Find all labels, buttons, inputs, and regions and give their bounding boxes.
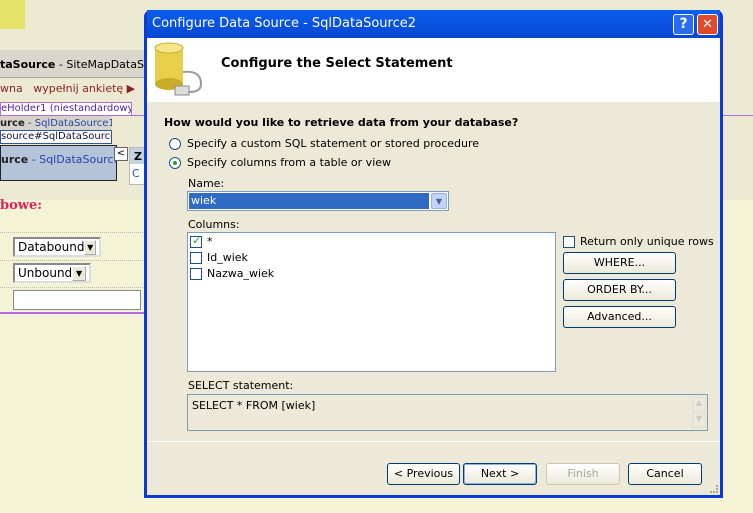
question-label: How would you like to retrieve data from… <box>164 116 519 129</box>
control-name: urce <box>0 118 25 129</box>
checkbox[interactable]: ✓ <box>190 233 202 248</box>
site-menu: wna wypełnij ankietę ▶ <box>0 80 145 100</box>
menu-item[interactable]: wypełnij ankietę <box>33 82 123 95</box>
dialog-header: Configure the Select Statement <box>147 38 720 102</box>
select-statement-box[interactable]: SELECT * FROM [wiek] ▲ ▼ <box>187 394 708 431</box>
advanced-button[interactable]: Advanced... <box>563 306 676 328</box>
chevron-down-icon[interactable]: ▼ <box>431 193 447 209</box>
sqldatasource2-tag: source#SqlDataSource2 <box>0 130 112 144</box>
divider <box>147 441 720 442</box>
sitemap-datasource-control[interactable]: taSource - SiteMapDataSour <box>0 50 145 78</box>
smart-tag-button[interactable]: < <box>114 147 128 161</box>
table-name-dropdown[interactable]: wiek ▼ <box>187 191 449 211</box>
radio-specify-columns[interactable]: Specify columns from a table or view <box>169 156 391 169</box>
section-heading: bowe: <box>0 198 43 213</box>
finish-button: Finish <box>546 463 620 485</box>
radio-button[interactable] <box>169 156 181 169</box>
resize-grip-icon[interactable] <box>710 485 718 493</box>
databound-dropdown[interactable]: Databound ▼ <box>13 237 101 257</box>
column-label: * <box>207 235 213 248</box>
dropdown-value: Unbound <box>18 266 73 280</box>
control-type: - SqlDataSource2 <box>31 153 116 166</box>
column-item[interactable]: Id_wiek <box>190 251 248 264</box>
dialog-body: How would you like to retrieve data from… <box>147 102 720 495</box>
column-label: Nazwa_wiek <box>207 267 275 280</box>
divider <box>0 232 145 233</box>
unbound-dropdown[interactable]: Unbound ▼ <box>13 263 91 283</box>
chevron-down-icon: ▼ <box>72 265 86 281</box>
order-by-button[interactable]: ORDER BY... <box>563 279 676 301</box>
close-button[interactable]: ✕ <box>697 14 718 35</box>
checkbox[interactable] <box>563 235 575 248</box>
dialog-title: Configure Data Source - SqlDataSource2 <box>147 10 720 38</box>
control-type: - SqlDataSource1 <box>24 118 112 129</box>
dropdown-value: Databound <box>18 240 85 254</box>
smart-panel-link[interactable]: C <box>130 164 144 183</box>
textbox[interactable] <box>13 290 141 310</box>
dropdown-value: wiek <box>189 193 429 209</box>
radio-label: Specify columns from a table or view <box>187 156 392 169</box>
chevron-down-icon: ▼ <box>84 239 96 255</box>
cancel-button[interactable]: Cancel <box>628 463 702 485</box>
where-button[interactable]: WHERE... <box>563 252 676 274</box>
name-label: Name: <box>188 177 225 190</box>
database-plug-icon <box>154 42 203 96</box>
radio-label: Specify a custom SQL statement or stored… <box>187 137 480 150</box>
checkbox-label: Return only unique rows <box>580 235 714 248</box>
column-item[interactable]: Nazwa_wiek <box>190 267 274 280</box>
content-placeholder-tag: eHolder1 (niestandardowy) <box>0 102 132 116</box>
page-thumbnail <box>0 0 25 29</box>
divider <box>0 260 145 261</box>
scroll-up-icon[interactable]: ▲ <box>692 397 706 412</box>
column-item[interactable]: ✓ * <box>190 233 213 248</box>
unique-rows-checkbox[interactable]: Return only unique rows <box>563 235 714 248</box>
radio-button[interactable] <box>169 137 181 150</box>
checkmark-icon: ✓ <box>192 233 202 247</box>
help-button[interactable]: ? <box>673 14 694 35</box>
configure-data-source-dialog: Configure Data Source - SqlDataSource2 ?… <box>144 10 723 498</box>
control-name: urce <box>1 153 29 166</box>
smart-panel-title: Z <box>130 148 144 164</box>
scroll-down-icon[interactable]: ▼ <box>692 413 706 428</box>
column-label: Id_wiek <box>207 251 248 264</box>
content-border <box>0 312 145 314</box>
menu-arrow-icon: ▶ <box>126 82 136 95</box>
radio-custom-sql[interactable]: Specify a custom SQL statement or stored… <box>169 137 479 150</box>
divider <box>0 287 145 288</box>
checkbox[interactable] <box>190 267 202 280</box>
sqldatasource2-control[interactable]: urce - SqlDataSource2 <box>0 145 117 181</box>
control-type: - SiteMapDataSour <box>58 58 145 71</box>
select-statement-label: SELECT statement: <box>188 379 294 392</box>
control-name: taSource <box>0 58 56 71</box>
columns-label: Columns: <box>188 218 240 231</box>
checkbox[interactable] <box>190 251 202 264</box>
columns-list[interactable]: ✓ * Id_wiek Nazwa_wiek <box>187 232 556 372</box>
step-title: Configure the Select Statement <box>221 56 453 71</box>
menu-item[interactable]: wna <box>0 82 23 95</box>
select-statement-text: SELECT * FROM [wiek] <box>192 399 316 412</box>
next-button[interactable]: Next > <box>463 463 537 485</box>
smart-tag-panel: ZC <box>129 147 145 185</box>
previous-button[interactable]: < Previous <box>387 463 460 485</box>
